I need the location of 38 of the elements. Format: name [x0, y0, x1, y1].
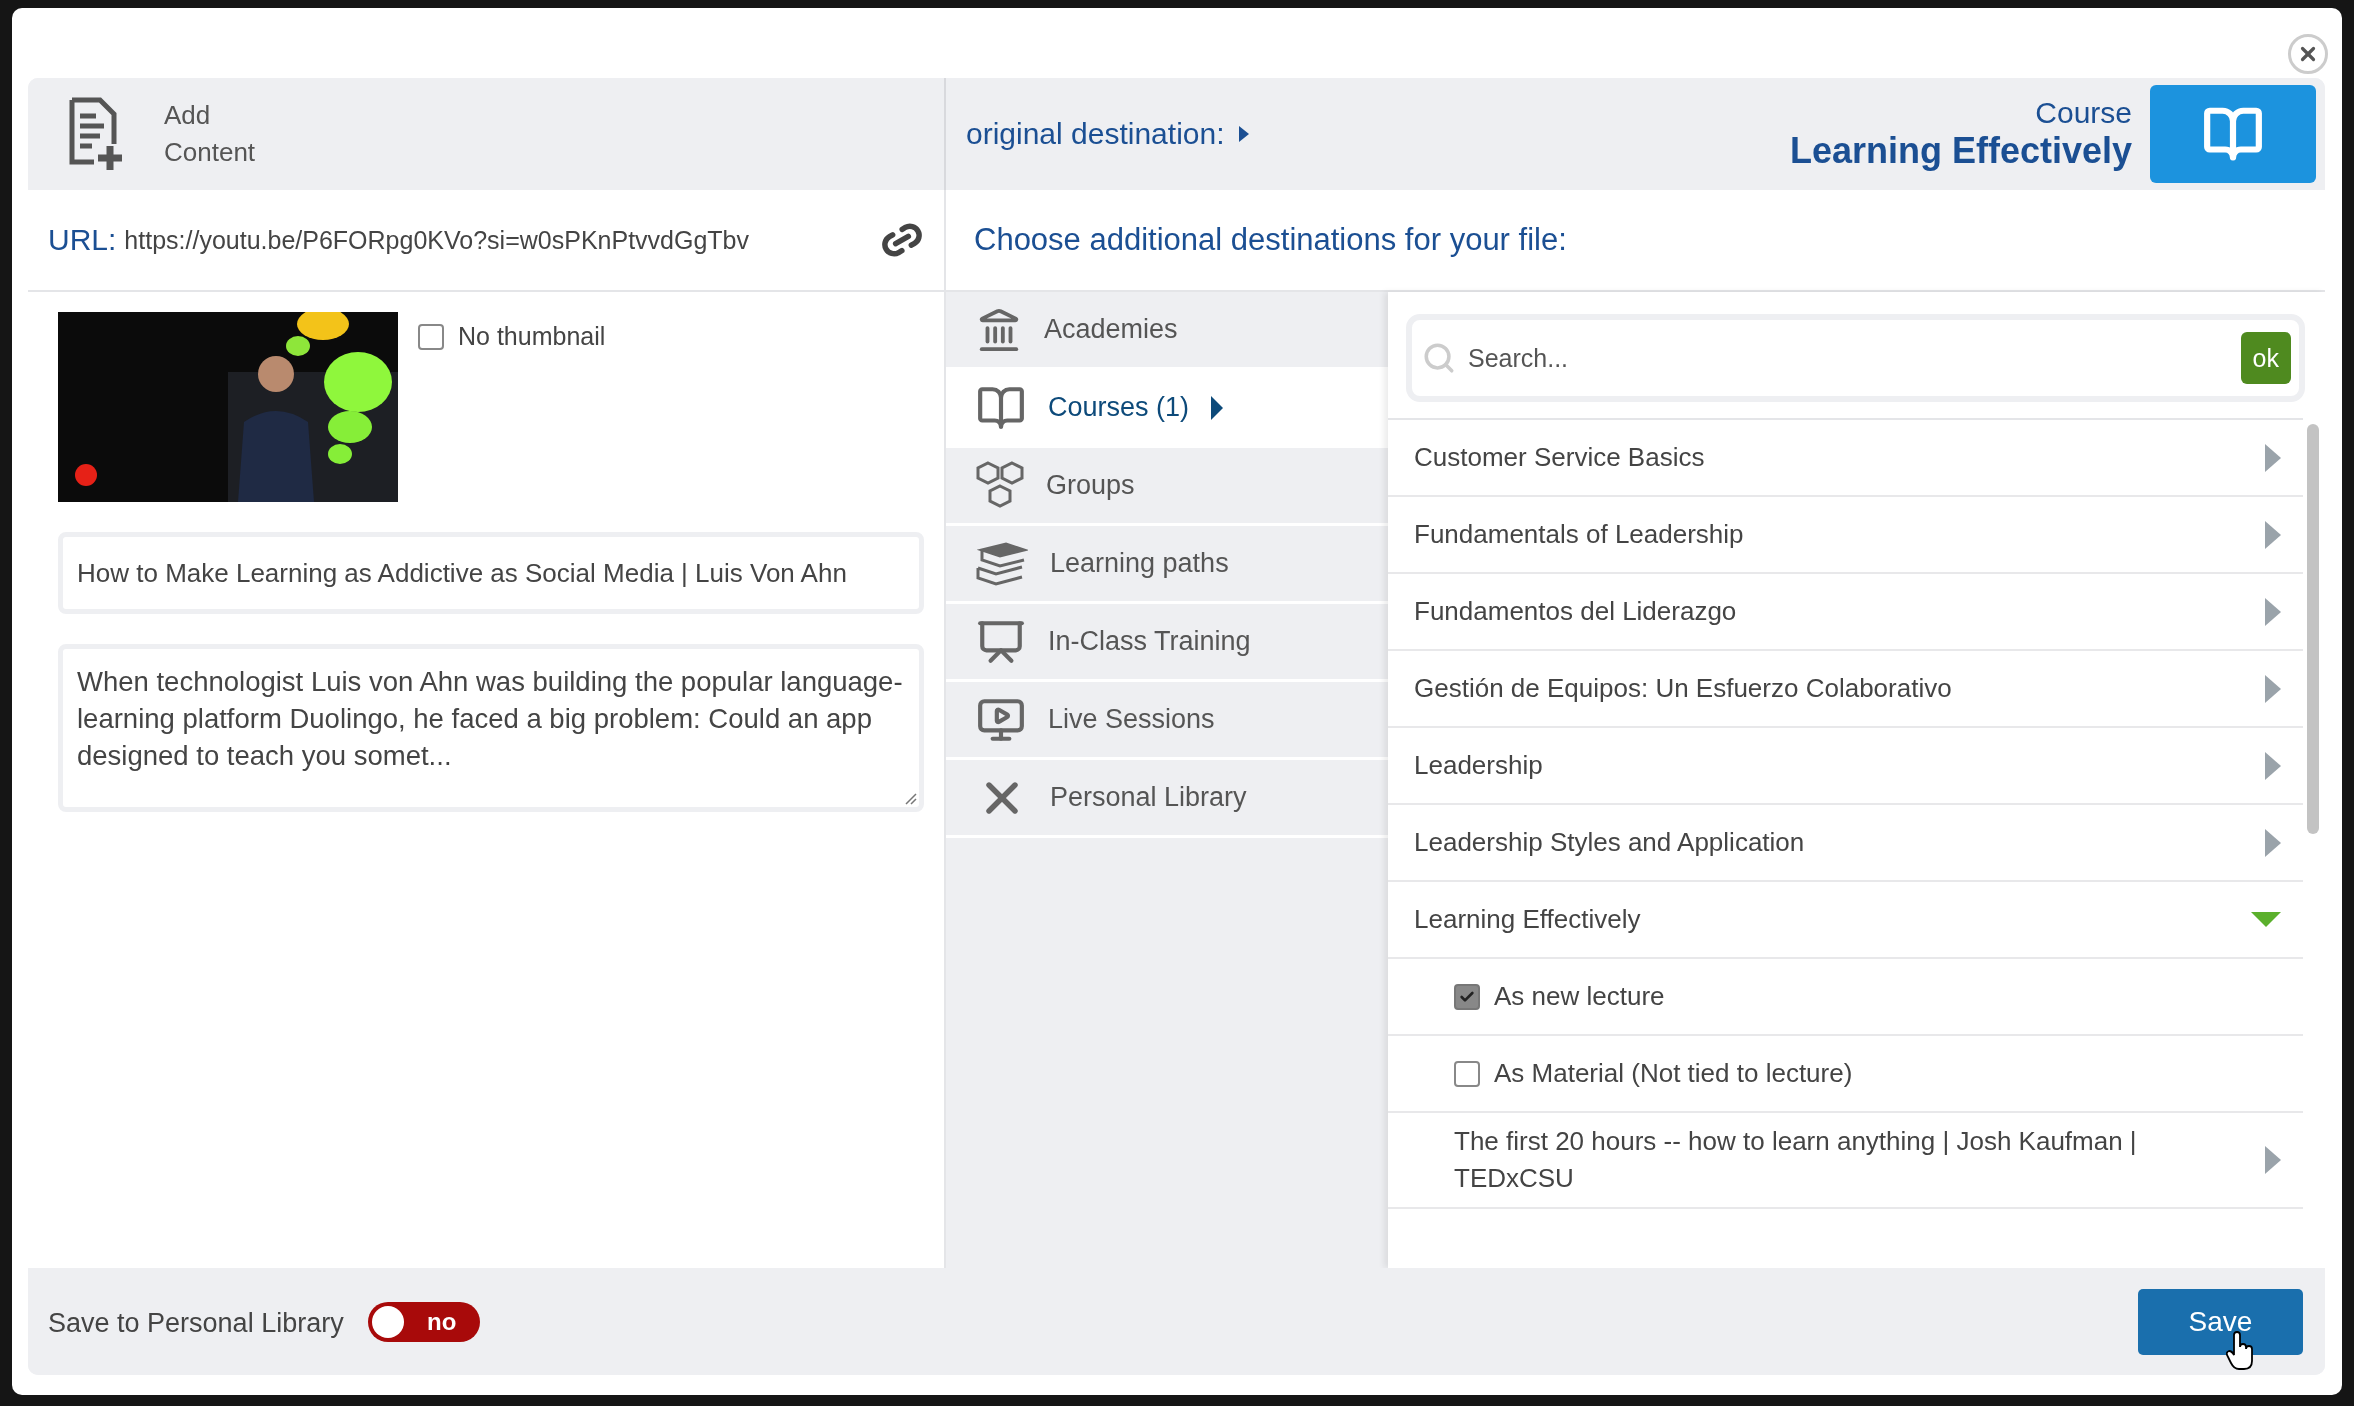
checkbox[interactable] — [1454, 1060, 1480, 1087]
description-field[interactable]: When technologist Luis von Ahn was building the popular language-learning platform Duolingo, he faced a big problem: Could an app designed to teach you somet... — [58, 644, 924, 812]
dialog-title: Add Content — [164, 99, 257, 169]
destinations-heading: Choose additional destinations for your file: — [974, 222, 1567, 258]
option-row[interactable]: As new lecture — [1388, 959, 2303, 1036]
document-plus-icon — [68, 96, 124, 172]
option-row[interactable]: As Material (Not tied to lecture) — [1388, 1036, 2303, 1113]
category-item[interactable]: Courses (1) — [946, 370, 1388, 448]
title-field[interactable]: How to Make Learning as Addictive as Social Media | Luis Von Ahn — [58, 532, 924, 614]
lecture-row[interactable]: The first 20 hours -- how to learn anything | Josh Kaufman | TEDxCSU — [1388, 1113, 2303, 1209]
hand-cursor-icon — [2226, 1330, 2256, 1371]
resize-grip-icon[interactable] — [905, 793, 917, 805]
no-thumbnail-checkbox[interactable]: No thumbnail — [418, 322, 606, 351]
url-value: https://youtu.be/P6FORpg0KVo?si=w0sPKnPtvvdGgTbv — [124, 225, 750, 255]
caret-right-icon — [1238, 126, 1249, 142]
course-row[interactable]: Learning Effectively — [1388, 882, 2303, 959]
course-row[interactable]: Leadership Styles and Application — [1388, 805, 2303, 882]
course-row[interactable]: Fundamentos del Liderazgo — [1388, 574, 2303, 651]
scrollbar-thumb[interactable] — [2307, 424, 2319, 834]
search-icon — [1422, 341, 1456, 375]
checkbox[interactable] — [1454, 983, 1480, 1010]
close-button[interactable] — [2288, 34, 2328, 74]
course-name: Learning Effectively — [1789, 130, 2132, 172]
course-row[interactable]: Gestión de Equipos: Un Esfuerzo Colaborativo — [1388, 651, 2303, 728]
url-label: URL: — [48, 223, 117, 257]
course-row[interactable]: Customer Service Basics — [1388, 420, 2303, 497]
course-row[interactable]: Fundamentals of Leadership — [1388, 497, 2303, 574]
save-to-library-label: Save to Personal Library — [48, 1308, 344, 1339]
course-type-label: Course — [2035, 96, 2132, 130]
checkbox[interactable] — [418, 323, 444, 350]
books-icon — [976, 541, 1028, 586]
search-field[interactable]: Search... ok — [1406, 314, 2305, 402]
ok-button[interactable]: ok — [2240, 332, 2291, 384]
library-toggle[interactable]: no — [367, 1301, 480, 1342]
caret-right-icon — [1211, 395, 1224, 420]
course-row[interactable]: Leadership — [1388, 728, 2303, 805]
caret-right-icon — [2265, 1146, 2281, 1174]
original-destination-link[interactable]: original destination: — [966, 117, 1249, 151]
